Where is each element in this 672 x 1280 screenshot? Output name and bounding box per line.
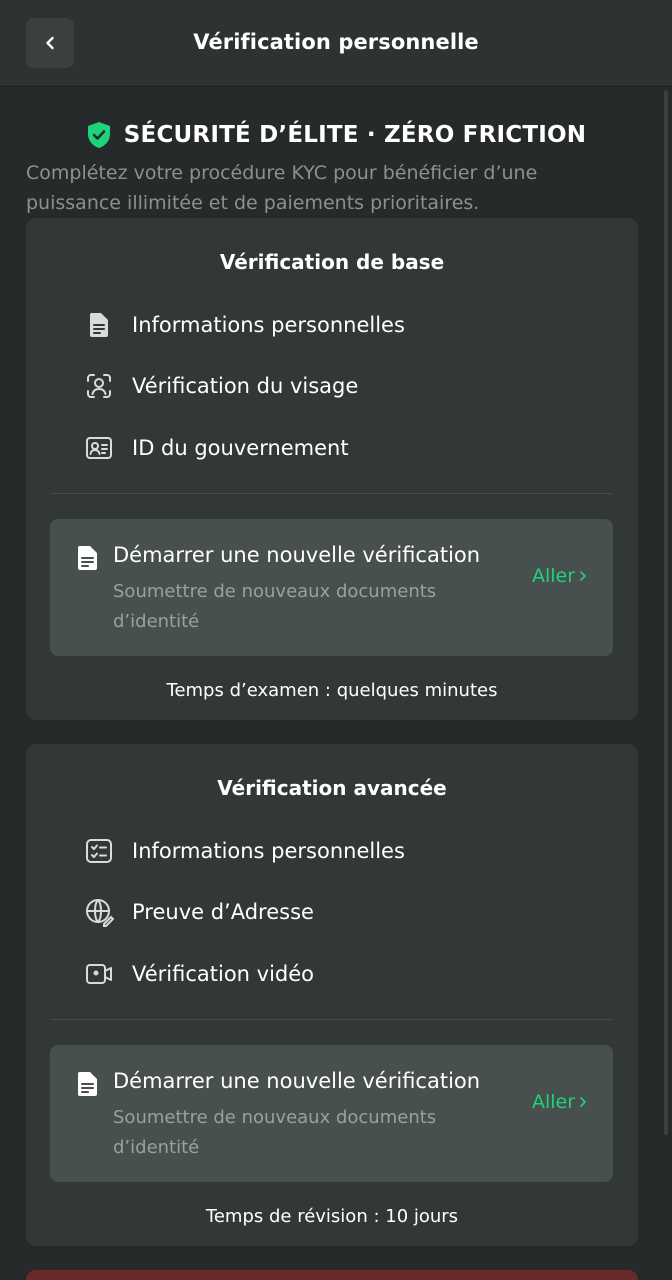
- feature-label: Informations personnelles: [132, 313, 405, 337]
- face-scan-icon: [84, 371, 114, 401]
- chevron-right-icon: [580, 571, 586, 581]
- feature-item: Vérification vidéo: [84, 958, 314, 990]
- chevron-right-icon: [580, 1097, 586, 1107]
- hero-title: SÉCURITÉ D’ÉLITE · ZÉRO FRICTION: [0, 118, 672, 152]
- action-description: Soumettre de nouveaux documents d’identi…: [113, 581, 437, 632]
- divider: [50, 1019, 612, 1020]
- action-description: Soumettre de nouveaux documents d’identi…: [113, 1107, 437, 1158]
- feature-label: Informations personnelles: [132, 839, 405, 863]
- hero-subtitle: Complétez votre procédure KYC pour bénéf…: [26, 162, 538, 214]
- go-label: Aller: [532, 565, 576, 587]
- shield-check-icon: [87, 122, 110, 148]
- review-time: Temps de révision : 10 jours: [205, 1206, 459, 1227]
- video-camera-icon: [84, 959, 114, 989]
- feature-item: Preuve d’Adresse: [84, 896, 314, 928]
- go-link[interactable]: Aller: [532, 563, 587, 589]
- document-icon: [77, 1072, 97, 1096]
- basic-verification-card: Vérification de base Informations person…: [26, 218, 638, 720]
- scrollbar[interactable]: [664, 90, 668, 1135]
- feature-item: ID du gouvernement: [84, 432, 349, 464]
- review-time: Temps d’examen : quelques minutes: [166, 680, 498, 701]
- id-card-icon: [84, 433, 114, 463]
- divider: [50, 493, 612, 494]
- action-title: Démarrer une nouvelle vérification: [113, 1069, 481, 1093]
- card-title: Vérification de base: [219, 250, 445, 274]
- card-title: Vérification avancée: [217, 776, 447, 800]
- next-card-edge: [26, 1270, 638, 1280]
- advanced-verification-card: Vérification avancée Informations person…: [26, 744, 638, 1246]
- globe-edit-icon: [84, 897, 114, 927]
- feature-item: Vérification du visage: [84, 370, 358, 402]
- feature-label: Vérification du visage: [132, 374, 359, 398]
- action-title: Démarrer une nouvelle vérification: [113, 543, 481, 567]
- feature-item: Informations personnelles: [84, 835, 405, 867]
- go-link[interactable]: Aller: [532, 1089, 587, 1115]
- top-bar: Vérification personnelle: [0, 0, 672, 87]
- start-new-verification-button[interactable]: Démarrer une nouvelle vérification Soume…: [50, 519, 613, 656]
- start-new-verification-button[interactable]: Démarrer une nouvelle vérification Soume…: [50, 1045, 613, 1182]
- checklist-icon: [84, 836, 114, 866]
- document-icon: [77, 546, 97, 570]
- go-label: Aller: [532, 1091, 576, 1113]
- feature-item: Informations personnelles: [84, 309, 405, 341]
- feature-label: Preuve d’Adresse: [132, 900, 314, 924]
- feature-label: ID du gouvernement: [132, 436, 349, 460]
- document-icon: [84, 310, 114, 340]
- page-title: Vérification personnelle: [193, 30, 479, 54]
- feature-label: Vérification vidéo: [132, 962, 315, 986]
- hero-title-text: SÉCURITÉ D’ÉLITE · ZÉRO FRICTION: [123, 122, 587, 148]
